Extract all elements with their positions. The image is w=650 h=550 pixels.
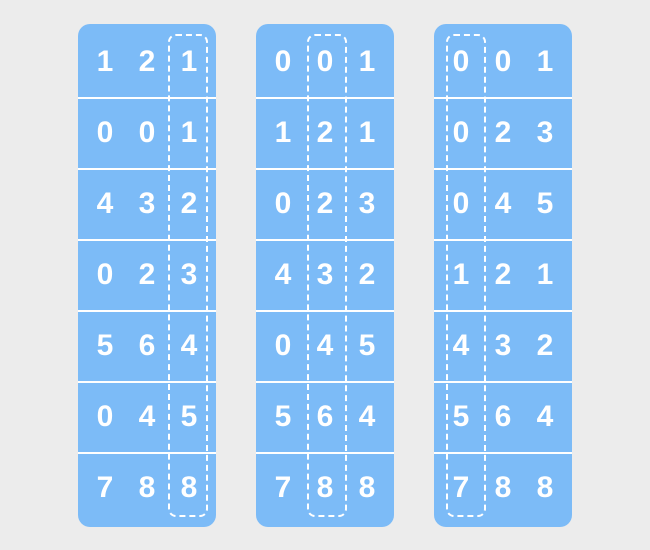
table-row: 0 4 5 [78, 381, 216, 452]
digit: 2 [489, 116, 517, 150]
digit: 4 [447, 329, 475, 363]
digit: 1 [531, 258, 559, 292]
table-row: 0 2 3 [434, 97, 572, 168]
digit: 1 [447, 258, 475, 292]
table-row: 0 2 3 [256, 168, 394, 239]
digit: 2 [311, 187, 339, 221]
digit: 5 [531, 187, 559, 221]
table-row: 0 4 5 [256, 310, 394, 381]
digit: 0 [489, 45, 517, 79]
table-row: 1 2 1 [434, 239, 572, 310]
digit: 1 [353, 45, 381, 79]
digit: 4 [531, 400, 559, 434]
table-row: 4 3 2 [256, 239, 394, 310]
digit: 3 [175, 258, 203, 292]
digit: 8 [175, 471, 203, 505]
table-row: 5 6 4 [256, 381, 394, 452]
digit: 2 [353, 258, 381, 292]
table-row: 7 8 8 [434, 452, 572, 523]
digit: 5 [269, 400, 297, 434]
digit: 3 [133, 187, 161, 221]
digit: 2 [175, 187, 203, 221]
digit: 7 [269, 471, 297, 505]
table-row: 0 0 1 [256, 28, 394, 97]
digit: 4 [175, 329, 203, 363]
digit: 7 [91, 471, 119, 505]
table-row: 4 3 2 [434, 310, 572, 381]
digit: 1 [175, 45, 203, 79]
digit: 4 [489, 187, 517, 221]
digit: 3 [353, 187, 381, 221]
digit: 6 [133, 329, 161, 363]
digit: 0 [91, 116, 119, 150]
digit: 5 [447, 400, 475, 434]
column-2: 0 0 1 0 2 3 0 4 5 1 2 1 4 3 2 5 6 4 [434, 24, 572, 527]
digit: 8 [489, 471, 517, 505]
digit: 4 [91, 187, 119, 221]
table-row: 0 0 1 [78, 97, 216, 168]
digit: 0 [133, 116, 161, 150]
digit: 0 [269, 329, 297, 363]
table-row: 4 3 2 [78, 168, 216, 239]
digit: 7 [447, 471, 475, 505]
digit: 8 [133, 471, 161, 505]
digit: 0 [91, 400, 119, 434]
table-row: 0 0 1 [434, 28, 572, 97]
digit: 1 [269, 116, 297, 150]
digit: 3 [311, 258, 339, 292]
digit: 5 [353, 329, 381, 363]
table-row: 7 8 8 [78, 452, 216, 523]
table-row: 5 6 4 [434, 381, 572, 452]
digit: 5 [91, 329, 119, 363]
column-1: 0 0 1 1 2 1 0 2 3 4 3 2 0 4 5 5 6 4 [256, 24, 394, 527]
digit: 0 [269, 45, 297, 79]
table-row: 7 8 8 [256, 452, 394, 523]
digit: 4 [311, 329, 339, 363]
digit: 2 [133, 258, 161, 292]
digit: 2 [311, 116, 339, 150]
column-2-rows: 0 0 1 0 2 3 0 4 5 1 2 1 4 3 2 5 6 4 [434, 28, 572, 523]
digit: 0 [311, 45, 339, 79]
digit: 1 [175, 116, 203, 150]
digit: 0 [447, 187, 475, 221]
digit: 6 [311, 400, 339, 434]
digit: 1 [353, 116, 381, 150]
digit: 0 [447, 116, 475, 150]
digit: 5 [175, 400, 203, 434]
digit: 1 [531, 45, 559, 79]
digit: 6 [489, 400, 517, 434]
digit: 4 [133, 400, 161, 434]
table-row: 1 2 1 [78, 28, 216, 97]
digit: 4 [269, 258, 297, 292]
column-0-rows: 1 2 1 0 0 1 4 3 2 0 2 3 5 6 4 0 4 5 [78, 28, 216, 523]
table-row: 1 2 1 [256, 97, 394, 168]
digit: 8 [311, 471, 339, 505]
digit: 0 [269, 187, 297, 221]
digit: 0 [91, 258, 119, 292]
digit: 2 [531, 329, 559, 363]
digit: 8 [353, 471, 381, 505]
digit: 8 [531, 471, 559, 505]
table-row: 0 2 3 [78, 239, 216, 310]
digit: 0 [447, 45, 475, 79]
digit: 3 [531, 116, 559, 150]
table-row: 5 6 4 [78, 310, 216, 381]
digit: 1 [91, 45, 119, 79]
digit: 4 [353, 400, 381, 434]
column-1-rows: 0 0 1 1 2 1 0 2 3 4 3 2 0 4 5 5 6 4 [256, 28, 394, 523]
digit: 2 [133, 45, 161, 79]
digit: 3 [489, 329, 517, 363]
column-0: 1 2 1 0 0 1 4 3 2 0 2 3 5 6 4 0 4 5 [78, 24, 216, 527]
digit: 2 [489, 258, 517, 292]
table-row: 0 4 5 [434, 168, 572, 239]
